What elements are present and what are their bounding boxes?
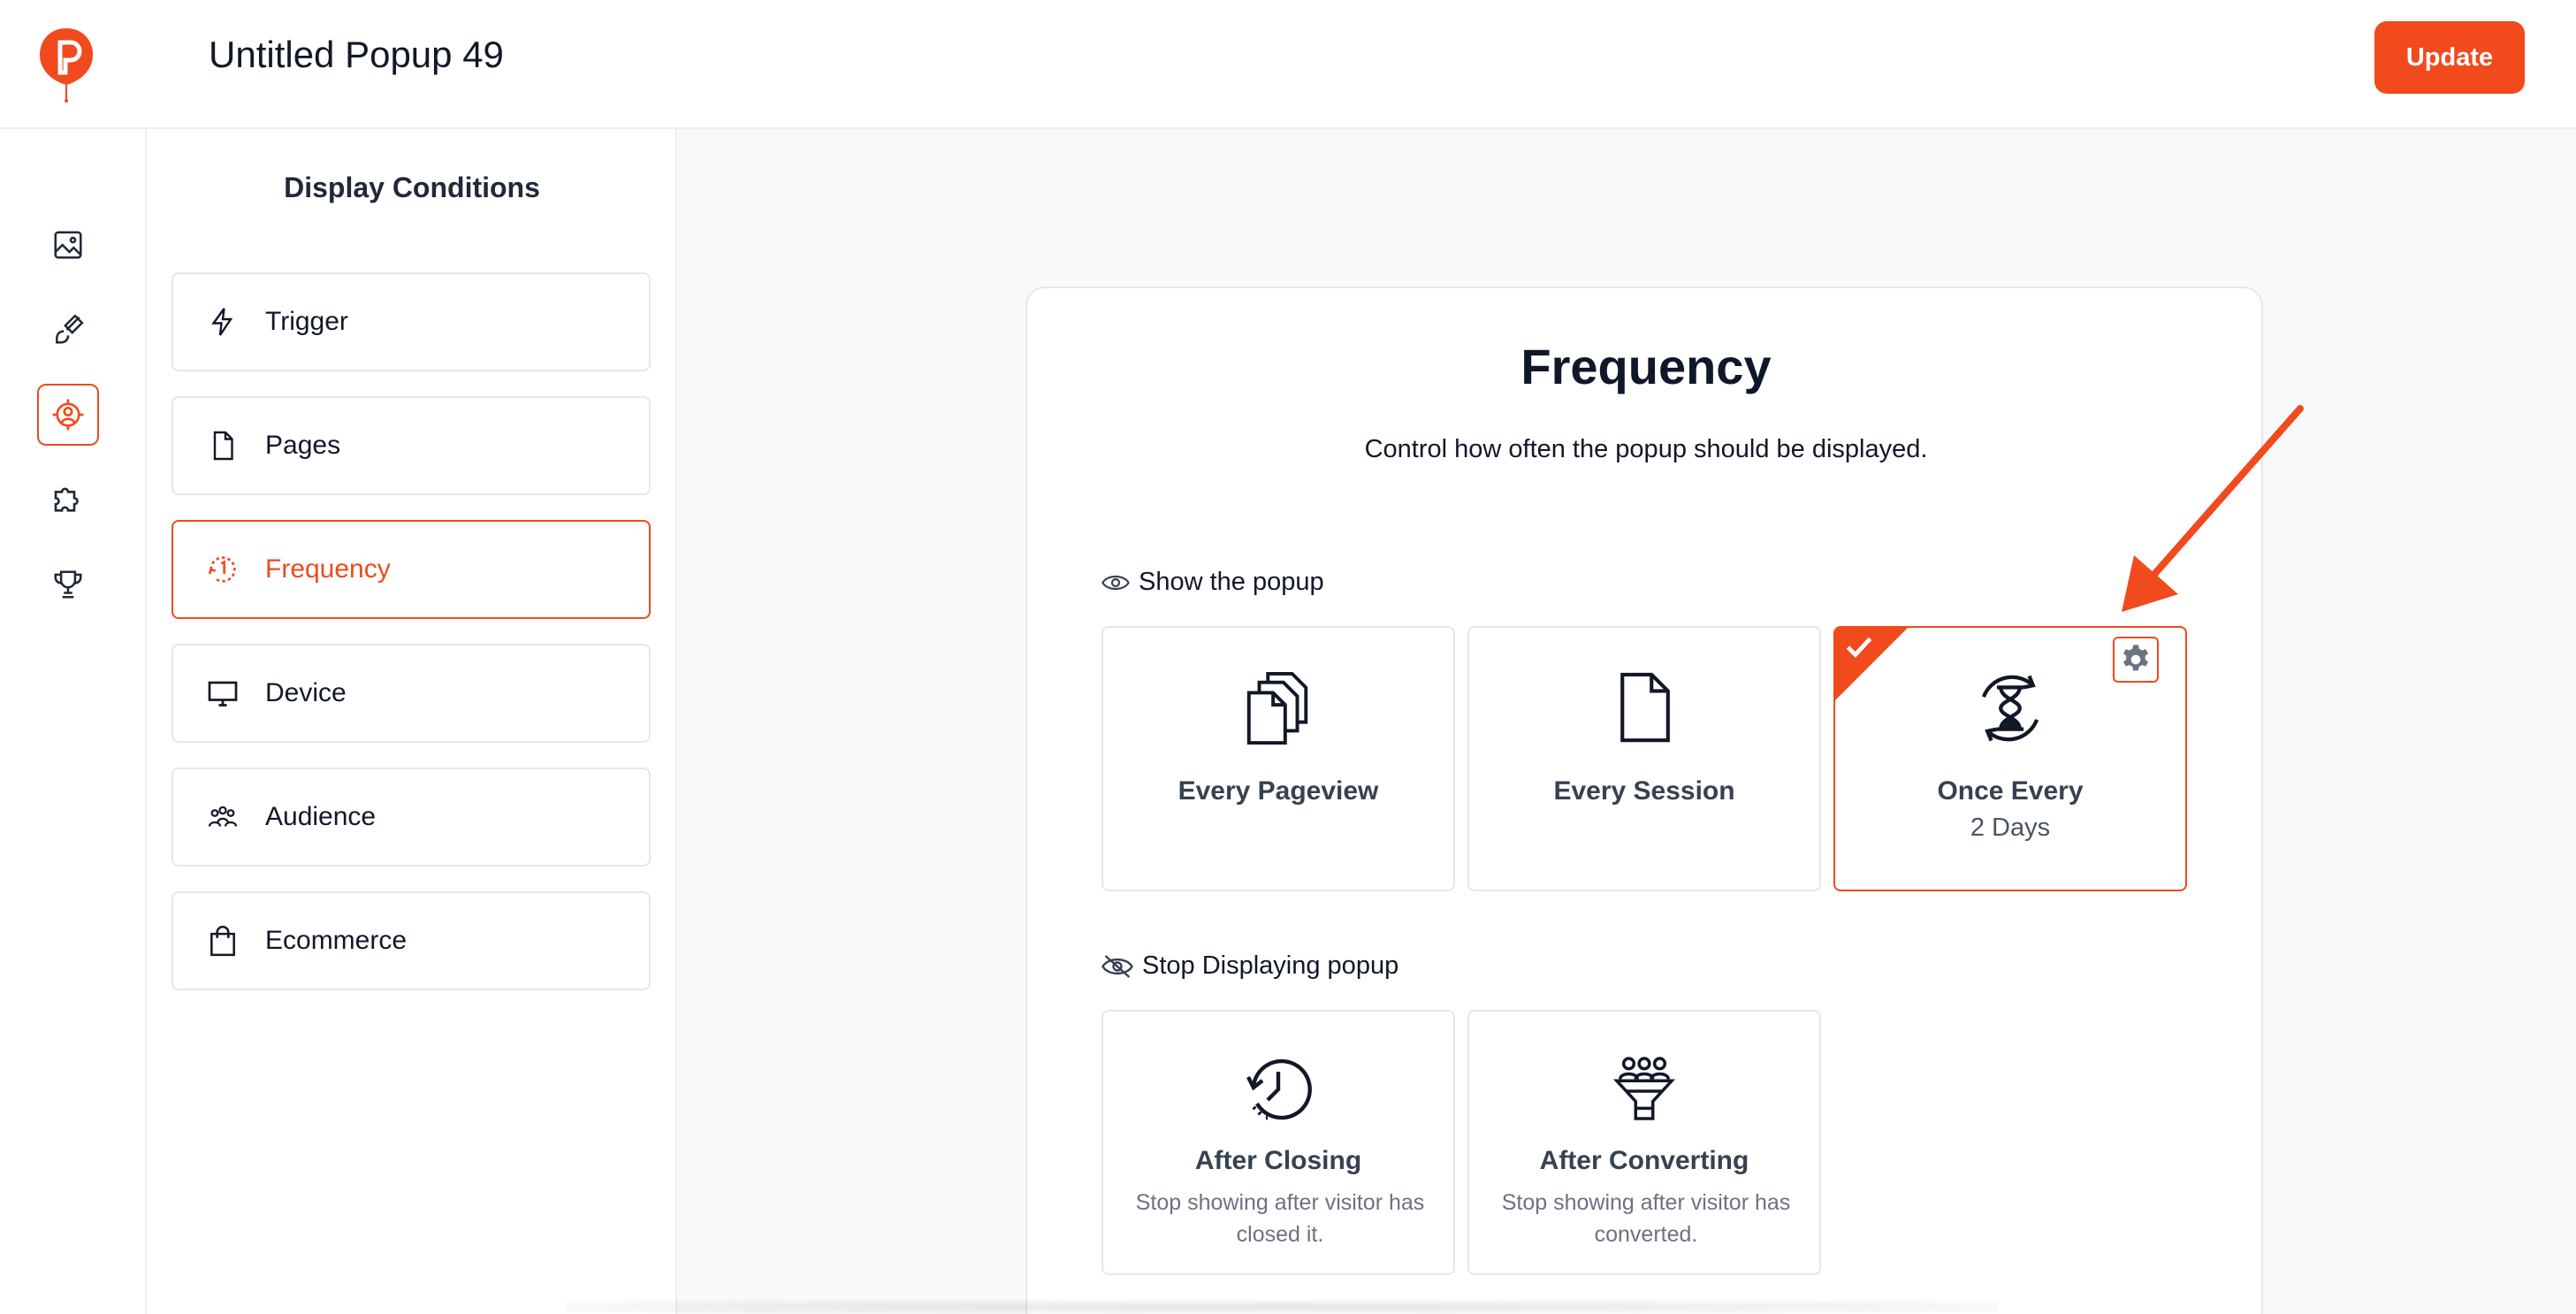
bottom-shadow [566, 1300, 1998, 1314]
card-description: Control how often the popup should be di… [1364, 435, 1928, 463]
rail-item-targeting[interactable] [37, 384, 99, 446]
condition-label: Trigger [265, 307, 348, 336]
option-title: After Closing [1194, 1146, 1362, 1175]
file-icon [1620, 672, 1670, 743]
puzzle-icon [54, 487, 79, 512]
display-conditions-panel: Display Conditions Trigger Pages Frequen… [147, 129, 677, 1314]
option-every-pageview[interactable]: Every Pageview [1101, 626, 1455, 891]
funnel-icon [1613, 1057, 1675, 1120]
top-header: Untitled Popup 49 Update [0, 0, 2576, 129]
pixel-logo-icon[interactable] [37, 27, 95, 103]
condition-label: Audience [265, 802, 377, 831]
rail-item-image[interactable] [37, 214, 99, 276]
show-popup-label: Show the popup [1101, 568, 1324, 597]
option-title: Once Every [1937, 776, 2084, 806]
condition-label: Ecommerce [265, 926, 408, 955]
eye-icon [1101, 575, 1130, 590]
rail-item-design[interactable] [37, 299, 99, 361]
pages-stack-icon [1246, 671, 1308, 745]
condition-audience[interactable]: Audience [171, 768, 651, 867]
eye-off-icon [1101, 954, 1133, 978]
condition-trigger[interactable]: Trigger [171, 272, 651, 371]
condition-label: Frequency [265, 554, 391, 584]
condition-pages[interactable]: Pages [171, 396, 651, 495]
card-title: Frequency [1520, 339, 1772, 394]
update-button[interactable]: Update [2374, 21, 2525, 94]
hourglass-icon [1981, 675, 2039, 742]
lightning-icon [211, 308, 233, 336]
option-after-converting[interactable]: After Converting Stop showing after visi… [1467, 1010, 1821, 1275]
section-label-text: Stop Displaying popup [1142, 951, 1399, 980]
annotation-arrow-icon [2122, 405, 2304, 612]
condition-label: Device [265, 678, 347, 707]
rail-item-goals[interactable] [37, 554, 99, 615]
left-icon-rail [0, 129, 147, 1314]
target-icon [52, 399, 84, 431]
page-icon [213, 431, 233, 461]
trophy-icon [54, 570, 82, 599]
condition-device[interactable]: Device [171, 644, 651, 743]
rail-item-integrations[interactable] [37, 469, 99, 531]
shopping-bag-icon [210, 925, 235, 957]
brush-icon [56, 314, 84, 344]
option-once-every[interactable]: Once Every 2 Days [1833, 626, 2187, 891]
popup-title[interactable]: Untitled Popup 49 [209, 34, 504, 76]
option-title: Every Pageview [1177, 776, 1379, 806]
frequency-card: Frequency Control how often the popup sh… [1025, 286, 2263, 1314]
check-icon [1846, 637, 1872, 658]
clock-icon [208, 556, 236, 583]
users-icon [208, 806, 238, 827]
stop-displaying-label: Stop Displaying popup [1101, 951, 1399, 981]
option-every-session[interactable]: Every Session [1467, 626, 1821, 891]
condition-ecommerce[interactable]: Ecommerce [171, 891, 651, 990]
history-icon [1246, 1058, 1312, 1120]
option-description: Stop showing after visitor has closed it… [1135, 1190, 1425, 1247]
condition-frequency[interactable]: Frequency [171, 520, 651, 619]
option-subtitle: 2 Days [1970, 814, 2051, 842]
monitor-icon [208, 681, 238, 707]
condition-label: Pages [265, 431, 341, 460]
section-label-text: Show the popup [1139, 568, 1324, 596]
option-after-closing[interactable]: After Closing Stop showing after visitor… [1101, 1010, 1455, 1275]
option-title: After Converting [1539, 1146, 1749, 1175]
option-description: Stop showing after visitor has converted… [1501, 1190, 1791, 1247]
option-title: Every Session [1553, 776, 1735, 806]
panel-title: Display Conditions [284, 172, 540, 203]
image-icon [54, 231, 82, 259]
